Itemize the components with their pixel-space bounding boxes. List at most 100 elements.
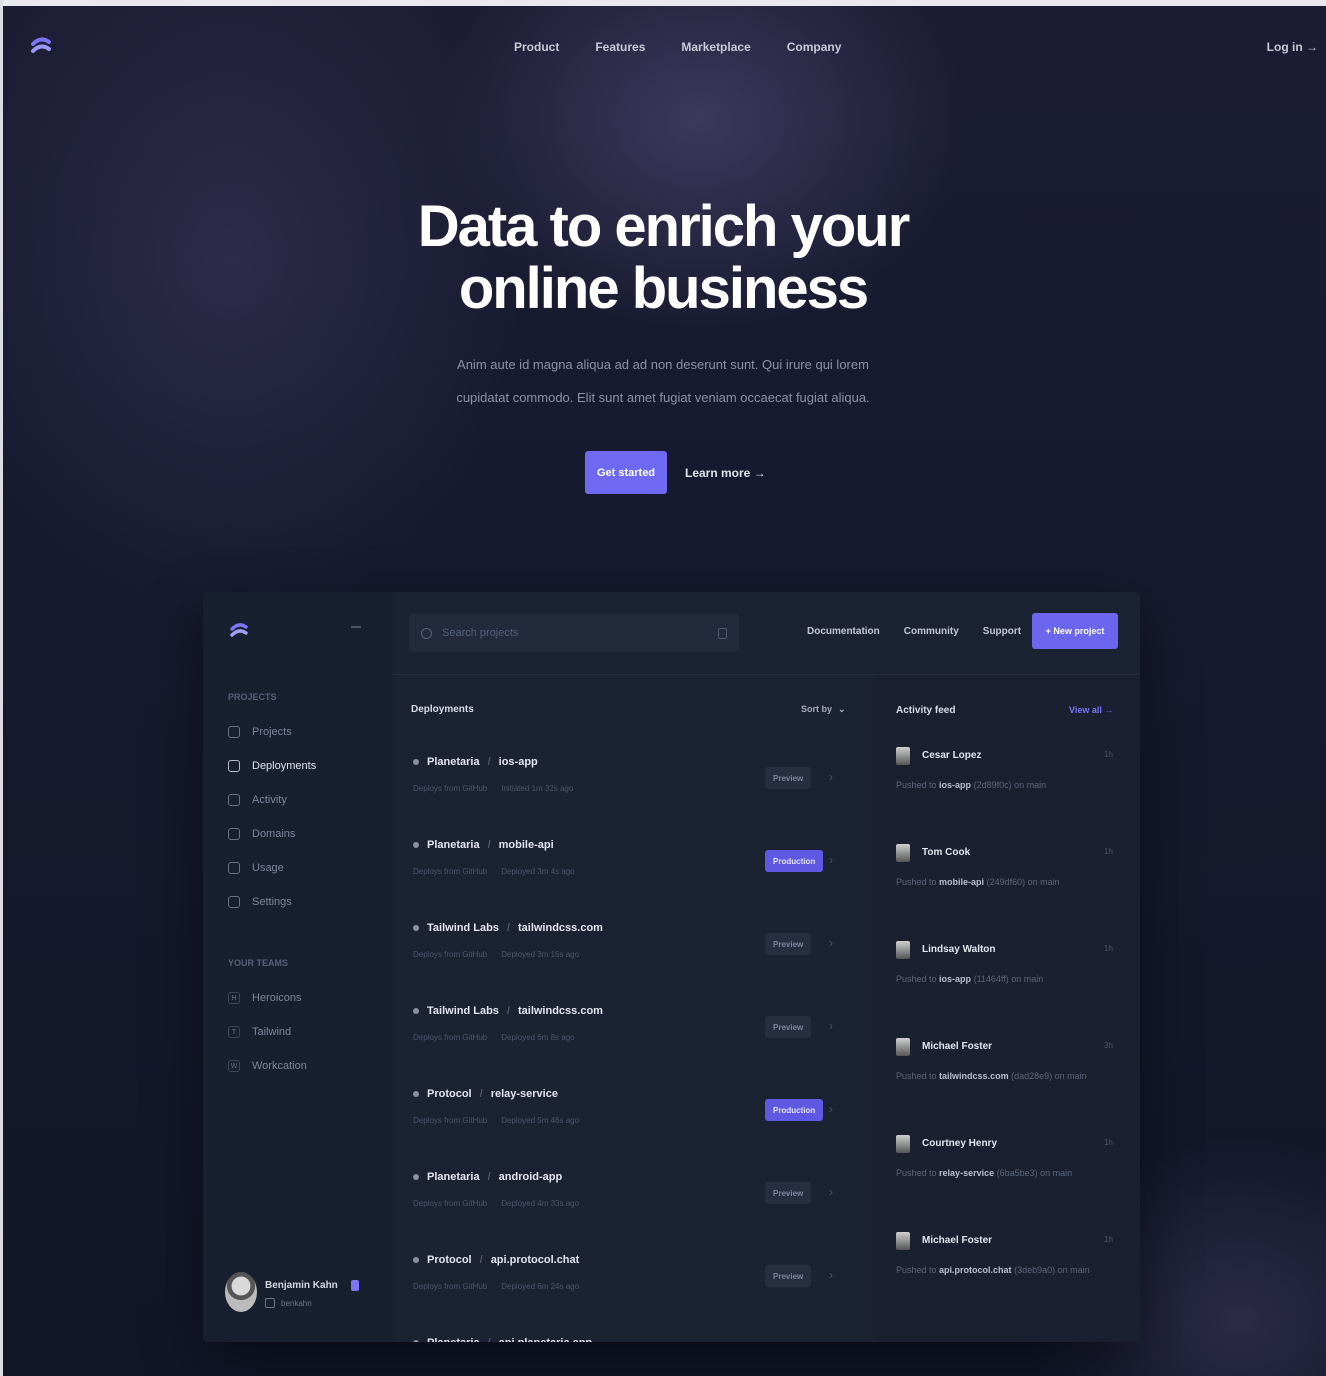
feed-detail: (2d89f0c) on main [973,780,1047,790]
deployment-title: Tailwind Labs / tailwindcss.com [413,1005,603,1017]
sidebar-item-domains[interactable]: Domains [228,828,295,840]
deployment-meta: Deploys from GitHub Deployed 3m 4s ago [413,867,575,876]
deployment-row[interactable]: Planetaria / mobile-api Deploys from GitHub… [393,823,869,905]
server-icon [228,760,240,772]
feed-item: Lindsay Walton 1h Pushed to ios-app (11464… [896,939,1126,1019]
feed-description: Pushed to relay-service (6ba5be3) on mai… [896,1168,1072,1178]
sort-label: Sort by [801,704,833,714]
sidebar-item-activity[interactable]: Activity [228,794,287,806]
search-input[interactable] [442,627,708,639]
status-dot-icon [413,759,419,765]
avatar [896,1038,910,1056]
slash-separator: / [488,1337,491,1342]
user-profile[interactable]: Benjamin Kahn benkahn [225,1272,375,1320]
login-link[interactable]: Log in → [1267,40,1318,54]
gear-icon [228,896,240,908]
feed-action: Pushed to [896,1168,937,1178]
feed-target: api.protocol.chat [939,1265,1012,1275]
nav-link-features[interactable]: Features [595,40,645,54]
chevron-right-icon[interactable]: › [829,1268,833,1282]
feed-time: 1h [1104,1138,1113,1147]
sidebar-item-label: Settings [252,896,292,908]
chevron-right-icon[interactable]: › [829,1102,833,1116]
feed-description: Pushed to ios-app (2d89f0c) on main [896,780,1046,790]
deployment-row[interactable]: Planetaria / ios-app Deploys from GitHub Ini… [393,740,869,822]
feed-time: 3h [1104,1041,1113,1050]
feed-user-name: Courtney Henry [922,1138,998,1149]
view-all-link[interactable]: View all → [1069,705,1113,715]
feed-user-name: Lindsay Walton [922,944,996,955]
environment-badge: Production [765,850,824,872]
feed-target: tailwindcss.com [939,1071,1009,1081]
community-link[interactable]: Community [904,626,959,637]
nav-links: Product Features Marketplace Company [514,40,841,54]
learn-more-link[interactable]: Learn more → [685,466,766,480]
activity-feed-title: Activity feed [896,705,956,716]
deployment-source: Deploys from GitHub [413,1199,488,1208]
brand-logo-icon[interactable] [28,34,54,60]
nav-link-marketplace[interactable]: Marketplace [681,40,750,54]
chevron-right-icon[interactable]: › [829,770,833,784]
deployment-row[interactable]: Protocol / api.protocol.chat Deploys from G… [393,1238,869,1320]
hero-subtitle-line-2: cupidatat commodo. Elit sunt amet fugiat… [456,390,870,405]
feed-item: Tom Cook 1h Pushed to mobile-api (249df60)… [896,842,1126,922]
feed-item: Michael Foster 3h Pushed to tailwindcss.co… [896,1036,1126,1116]
status-dot-icon [413,1257,419,1263]
feed-user-name: Michael Foster [922,1041,993,1052]
deployment-title: Planetaria / mobile-api [413,839,554,851]
hero-title-line-2: online business [458,256,869,321]
new-project-button[interactable]: + New project [1032,613,1118,649]
sidebar-team-workcation[interactable]: W Workcation [228,1060,307,1072]
sidebar-collapse-icon[interactable] [351,626,361,628]
sidebar-item-settings[interactable]: Settings [228,896,292,908]
deployment-row[interactable]: Protocol / relay-service Deploys from GitHu… [393,1072,869,1154]
nav-link-company[interactable]: Company [787,40,842,54]
deployment-title: Tailwind Labs / tailwindcss.com [413,922,603,934]
sidebar-item-label: Activity [252,794,287,806]
deployment-time: Deployed 3m 16s ago [501,950,580,959]
sidebar-item-deployments[interactable]: Deployments [228,760,316,772]
slash-separator: / [479,1254,483,1266]
feed-item: Michael Foster 1h Pushed to api.protocol.c… [896,1230,1126,1310]
sidebar-team-tailwind[interactable]: T Tailwind [228,1026,291,1038]
deployment-row[interactable]: Tailwind Labs / tailwindcss.com Deploys fro… [393,906,869,988]
search-bar[interactable] [409,614,739,652]
environment-badge: Preview [765,1016,812,1038]
profile-handle: benkahn [281,1298,312,1308]
team-initial-badge: H [228,992,240,1004]
feed-time: 1h [1104,944,1113,953]
deployment-source: Deploys from GitHub [413,1033,488,1042]
deployment-project: ios-app [498,756,538,768]
sort-by-button[interactable]: Sort by ⌄ [801,704,846,715]
status-dot-icon [413,842,419,848]
deployment-meta: Deploys from GitHub Deployed 4m 33s ago [413,1199,579,1208]
sidebar-item-label: Deployments [252,760,317,772]
deployment-team: Planetaria [427,756,480,768]
feed-detail: (249df60) on main [986,877,1060,887]
support-link[interactable]: Support [983,626,1021,637]
chevron-right-icon[interactable]: › [829,936,833,950]
feed-detail: (3deb9a0) on main [1014,1265,1090,1275]
environment-badge: Preview [765,933,812,955]
sidebar-item-projects[interactable]: Projects [228,726,292,738]
documentation-link[interactable]: Documentation [807,626,880,637]
profile-handle-row: benkahn [265,1298,312,1308]
deployment-row[interactable]: Planetaria / android-app Deploys from GitHu… [393,1155,869,1237]
environment-badge: Preview [765,767,812,789]
deployment-row[interactable]: Tailwind Labs / tailwindcss.com Deploys fro… [393,989,869,1071]
get-started-button[interactable]: Get started [585,451,667,494]
deployment-project: tailwindcss.com [517,1005,603,1017]
chevron-right-icon[interactable]: › [829,1019,833,1033]
chevron-right-icon[interactable]: › [829,853,833,867]
deployment-title: Planetaria / ios-app [413,756,538,768]
sidebar-section-teams: YOUR TEAMS [228,958,289,968]
sidebar-team-heroicons[interactable]: H Heroicons [228,992,302,1004]
nav-link-product[interactable]: Product [514,40,559,54]
chevron-right-icon[interactable]: › [829,1185,833,1199]
deployment-project: tailwindcss.com [517,922,603,934]
deployment-time: Deployed 3m 4s ago [501,867,575,876]
shortcut-icon [718,627,727,639]
deployment-row[interactable]: Planetaria / api.planetaria.app [393,1321,869,1342]
sidebar-item-usage[interactable]: Usage [228,862,284,874]
environment-badge: Production [765,1099,824,1121]
